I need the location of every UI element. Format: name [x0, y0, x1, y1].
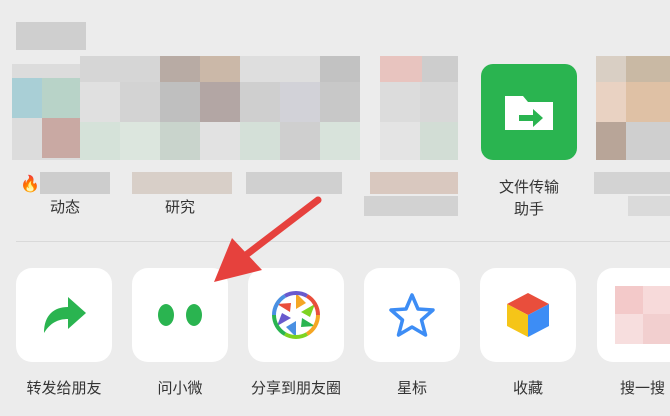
annotation-arrow	[214, 196, 322, 282]
